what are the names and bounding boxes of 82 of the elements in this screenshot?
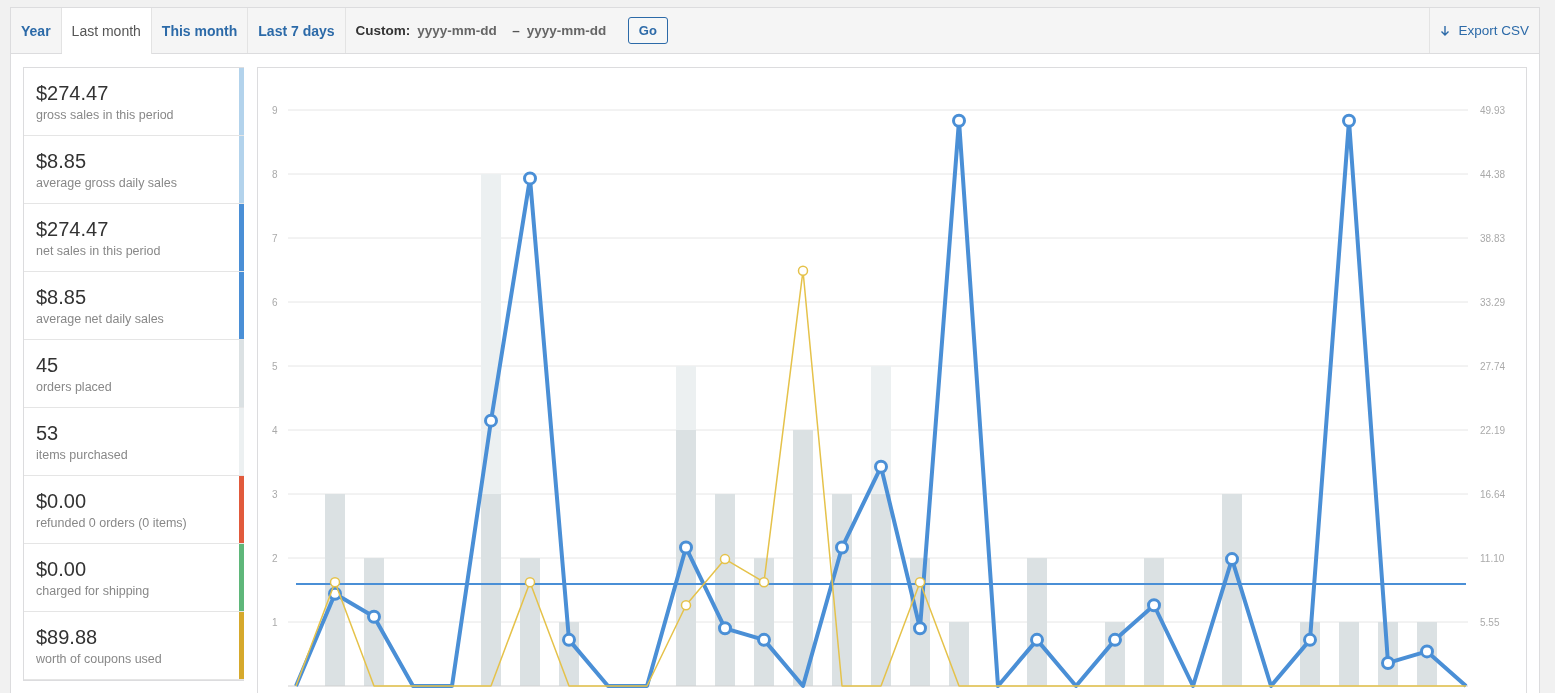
legend-item[interactable]: $0.00 refunded 0 orders (0 items) xyxy=(24,476,244,544)
legend-item[interactable]: $274.47 net sales in this period xyxy=(24,204,244,272)
legend-value: $89.88 xyxy=(36,625,99,649)
data-point xyxy=(523,171,537,186)
legend-label: refunded 0 orders (0 items) xyxy=(36,515,188,530)
legend-item[interactable]: $274.47 gross sales in this period xyxy=(24,68,244,136)
data-point xyxy=(914,576,926,588)
data-point xyxy=(367,609,381,624)
go-button[interactable]: Go xyxy=(627,17,668,44)
axis-label: 5.55 xyxy=(1480,616,1500,628)
axis-label: 4 xyxy=(272,425,278,436)
legend-label: worth of coupons used xyxy=(36,651,163,666)
legend-item[interactable]: 53 items purchased xyxy=(24,408,244,476)
axis-label: 44.38 xyxy=(1480,169,1506,181)
legend-label: items purchased xyxy=(36,447,129,462)
data-point xyxy=(913,621,927,636)
data-point xyxy=(524,576,536,588)
axis-label: 7 xyxy=(272,233,278,244)
data-point xyxy=(952,113,966,128)
legend-label: charged for shipping xyxy=(36,583,151,598)
legend-item[interactable]: $0.00 charged for shipping xyxy=(24,544,244,612)
axis-label: 9 xyxy=(272,105,278,116)
legend-label: gross sales in this period xyxy=(36,107,175,122)
axis-label: 2 xyxy=(272,553,278,564)
data-point xyxy=(797,265,809,276)
data-point xyxy=(680,600,692,611)
end-date-field[interactable]: yyyy-mm-dd xyxy=(526,23,615,38)
down-arrow-icon xyxy=(1440,24,1451,37)
axis-label: 1 xyxy=(272,617,278,628)
legend-value: $0.00 xyxy=(36,489,88,513)
legend-item[interactable]: 45 orders placed xyxy=(24,340,244,408)
axis-label: 5 xyxy=(272,361,278,372)
axis-label: 33.29 xyxy=(1480,296,1506,308)
data-point xyxy=(484,413,498,428)
legend-label: orders placed xyxy=(36,379,113,394)
range-tab[interactable]: Last 7 days xyxy=(248,8,346,53)
axis-label: 6 xyxy=(272,297,278,308)
custom-label: Custom: xyxy=(355,23,411,38)
axis-label: 11.10 xyxy=(1480,552,1505,564)
data-point xyxy=(329,576,341,588)
data-point xyxy=(1420,644,1434,659)
data-point xyxy=(1030,632,1044,647)
legend-value: 45 xyxy=(36,353,60,377)
legend-item[interactable]: $89.88 worth of coupons used xyxy=(24,612,244,680)
axis-label: 8 xyxy=(272,169,278,180)
start-date-field[interactable]: yyyy-mm-dd xyxy=(417,23,506,38)
data-point xyxy=(562,632,576,647)
export-csv-button[interactable]: Export CSV xyxy=(1429,8,1539,53)
legend-label: average gross daily sales xyxy=(36,175,179,190)
data-point xyxy=(835,540,849,555)
data-point xyxy=(1225,552,1239,567)
legend-value: $0.00 xyxy=(36,557,88,581)
legend-value: 53 xyxy=(36,421,60,445)
axis-label: 16.64 xyxy=(1480,489,1506,501)
legend-value: $274.47 xyxy=(36,81,110,105)
data-point xyxy=(1381,655,1395,670)
axis-label: 49.93 xyxy=(1480,105,1506,116)
data-point xyxy=(757,632,771,647)
legend-value: $8.85 xyxy=(36,285,88,309)
axis-label: 22.19 xyxy=(1480,425,1506,436)
axis-label: 3 xyxy=(272,489,278,500)
data-point xyxy=(758,576,770,588)
legend-label: net sales in this period xyxy=(36,243,162,258)
data-point xyxy=(679,540,693,555)
data-point xyxy=(1147,598,1161,613)
range-tab[interactable]: This month xyxy=(151,8,249,53)
legend-item[interactable]: $8.85 average gross daily sales xyxy=(24,136,244,204)
legend-value: $8.85 xyxy=(36,149,88,173)
data-point xyxy=(874,459,888,474)
data-point xyxy=(1108,632,1122,647)
legend-item[interactable]: $8.85 average net daily sales xyxy=(24,272,244,340)
data-point xyxy=(1342,113,1356,128)
data-point xyxy=(719,553,731,565)
axis-label: 27.74 xyxy=(1480,361,1506,372)
axis-label: 38.83 xyxy=(1480,233,1506,245)
legend-value: $274.47 xyxy=(36,217,110,241)
range-separator: – xyxy=(512,23,520,38)
legend-label: average net daily sales xyxy=(36,311,165,326)
data-point xyxy=(1303,632,1317,647)
data-point xyxy=(718,621,732,636)
range-tab[interactable]: Last month xyxy=(61,8,152,54)
range-tab[interactable]: Year xyxy=(11,8,62,53)
